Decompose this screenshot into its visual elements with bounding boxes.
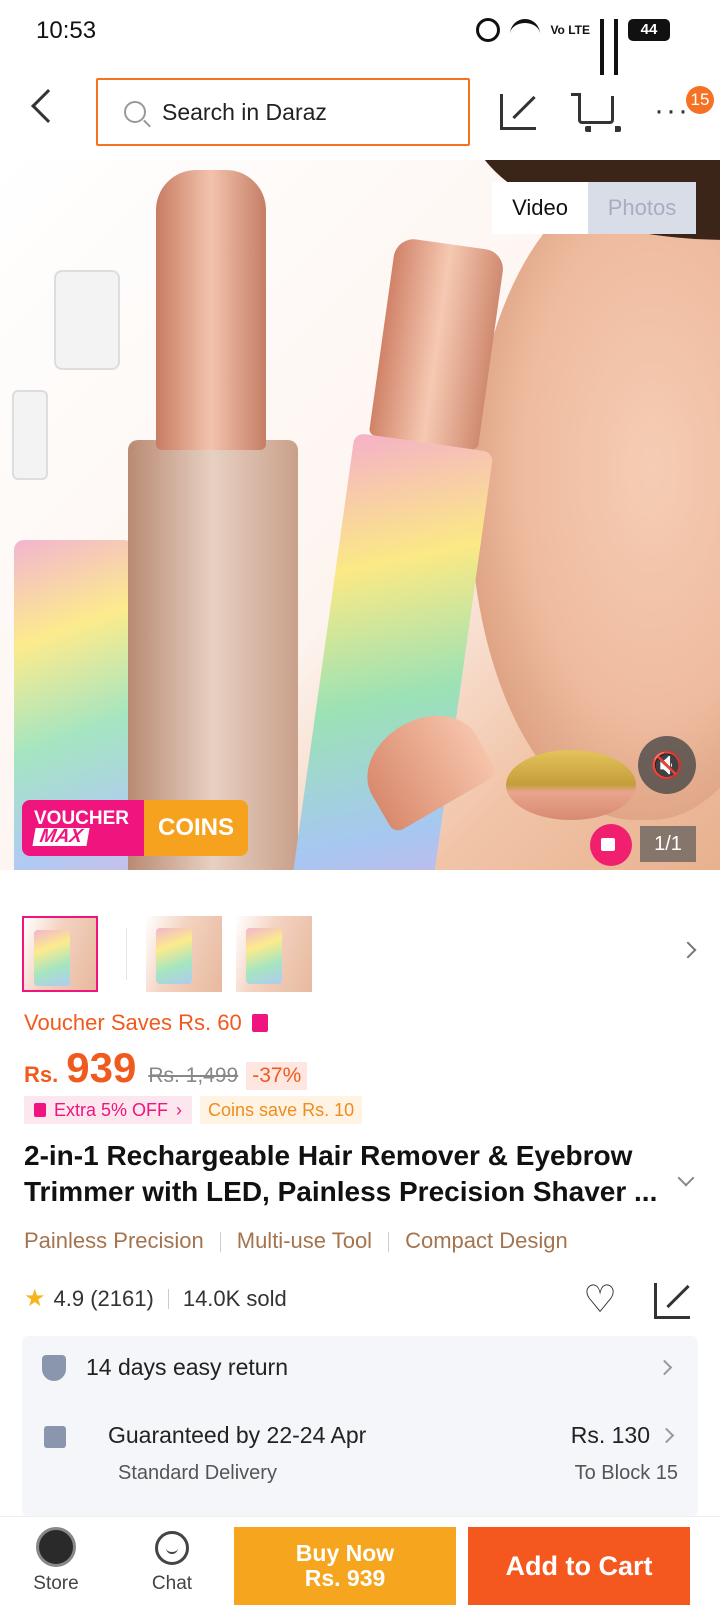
cart-icon[interactable]: [571, 93, 621, 132]
share-icon[interactable]: [500, 94, 536, 130]
usb-c-cable-image: [12, 390, 48, 480]
voucher-saves-row[interactable]: Voucher Saves Rs. 60: [24, 1010, 268, 1036]
chat-button[interactable]: Chat: [134, 1527, 210, 1595]
product-title[interactable]: 2-in-1 Rechargeable Hair Remover & Eyebr…: [24, 1138, 664, 1210]
ticket-icon: [251, 1014, 268, 1032]
discount-badge: -37%: [246, 1062, 308, 1090]
return-policy-row[interactable]: 14 days easy return: [42, 1354, 678, 1381]
product-image-gallery[interactable]: [0, 160, 720, 870]
store-button[interactable]: Store: [18, 1527, 94, 1595]
current-price: 939: [66, 1044, 137, 1091]
store-logo-icon: [36, 1527, 76, 1567]
service-info-box: 14 days easy return Guaranteed by 22-24 …: [22, 1336, 698, 1516]
media-tabs: Video Photos: [492, 182, 696, 234]
chat-label: Chat: [151, 1573, 193, 1594]
delivery-price: Rs. 130: [570, 1422, 650, 1448]
status-time: 10:53: [36, 17, 97, 44]
search-icon: [124, 101, 146, 123]
buy-now-label: Buy Now: [295, 1540, 395, 1566]
extra-off-chip[interactable]: Extra 5% OFF ›: [24, 1096, 193, 1124]
back-arrow-icon[interactable]: [31, 89, 65, 123]
top-header: Search in Daraz ··· 15: [0, 64, 720, 160]
shaver-head-image: [506, 750, 636, 820]
rating-row[interactable]: ★ 4.9 (2161) 14.0K sold: [24, 1284, 287, 1313]
feature-tag: Painless Precision: [24, 1228, 204, 1253]
search-input[interactable]: Search in Daraz: [96, 78, 470, 146]
more-options-icon[interactable]: ···: [654, 96, 690, 126]
chevron-down-icon[interactable]: [677, 1169, 695, 1187]
voucher-max-banner: VOUCHER MAX COINS: [22, 800, 248, 856]
search-placeholder: Search in Daraz: [162, 98, 327, 125]
thumbnail-image[interactable]: [146, 916, 222, 992]
mute-icon[interactable]: 🔇: [638, 736, 696, 794]
rating-divider: [167, 1288, 169, 1309]
feature-tag: Multi-use Tool: [236, 1228, 373, 1253]
chevron-right-icon: [656, 1359, 673, 1376]
tab-photos[interactable]: Photos: [588, 182, 696, 234]
signal-icon-2: [614, 19, 618, 75]
thumbnail-strip: [22, 916, 698, 992]
thumbnail-image[interactable]: [236, 916, 312, 992]
voucher-max-text: MAX: [32, 826, 90, 847]
wishlist-heart-icon[interactable]: ♡: [580, 1280, 620, 1320]
volte-label: Vo LTE: [550, 22, 590, 37]
feature-tag: Compact Design: [405, 1228, 568, 1253]
chat-icon: [155, 1531, 189, 1565]
thumbnail-video[interactable]: [22, 916, 98, 992]
image-counter: 1/1: [640, 826, 696, 862]
voucher-max-label: VOUCHER MAX: [22, 800, 144, 856]
model-face-image: [470, 180, 720, 820]
cart-badge: 15: [686, 86, 714, 114]
feature-tags: Painless Precision Multi-use Tool Compac…: [24, 1228, 568, 1254]
bottom-action-bar: Store Chat Buy Now Rs. 939 Add to Cart: [0, 1516, 720, 1612]
currency-label: Rs.: [24, 1062, 59, 1087]
review-count: (2161): [90, 1285, 154, 1311]
chevron-right-icon[interactable]: [679, 941, 697, 959]
tag-divider: [219, 1232, 221, 1252]
return-policy-text: 14 days easy return: [86, 1354, 289, 1380]
battery-icon: 44: [628, 19, 670, 41]
buy-now-button[interactable]: Buy Now Rs. 939: [234, 1527, 456, 1605]
chevron-right-icon: [658, 1427, 675, 1444]
status-icons: Vo LTE 44: [476, 18, 670, 75]
chevron-right-icon: ›: [176, 1100, 183, 1120]
voucher-saves-text: Voucher Saves Rs. 60: [24, 1010, 242, 1035]
usb-cable-image: [54, 270, 120, 370]
store-label: Store: [33, 1573, 79, 1594]
shield-icon: [42, 1354, 66, 1381]
star-icon: ★: [24, 1285, 46, 1312]
promo-chips: Extra 5% OFF › Coins save Rs. 10: [24, 1096, 363, 1124]
rating-value: 4.9: [53, 1285, 85, 1311]
delivery-guarantee-text: Guaranteed by 22-24 Apr: [108, 1422, 367, 1448]
video-camera-icon[interactable]: [590, 824, 632, 866]
delivery-destination: To Block 15: [574, 1462, 678, 1484]
coins-label: COINS: [144, 800, 248, 856]
ticket-icon: [34, 1103, 46, 1117]
sold-count: 14.0K sold: [182, 1285, 287, 1311]
status-bar: 10:53 Vo LTE 44: [0, 0, 720, 75]
tab-video[interactable]: Video: [492, 182, 588, 234]
price-row: Rs. 939 Rs. 1,499 -37%: [24, 1044, 308, 1092]
wifi-icon: [510, 19, 541, 41]
thumbnail-divider: [126, 928, 127, 980]
buy-now-price: Rs. 939: [304, 1565, 386, 1591]
delivery-box-icon: [44, 1426, 66, 1448]
add-to-cart-button[interactable]: Add to Cart: [468, 1527, 690, 1605]
tag-divider: [388, 1232, 390, 1252]
coins-save-chip[interactable]: Coins save Rs. 10: [200, 1096, 363, 1124]
signal-icon: [600, 19, 604, 75]
extra-off-text: Extra 5% OFF: [54, 1100, 169, 1120]
share-icon[interactable]: [654, 1283, 690, 1319]
delivery-type: Standard Delivery: [118, 1462, 277, 1484]
alarm-icon: [476, 18, 501, 42]
original-price: Rs. 1,499: [148, 1064, 239, 1087]
